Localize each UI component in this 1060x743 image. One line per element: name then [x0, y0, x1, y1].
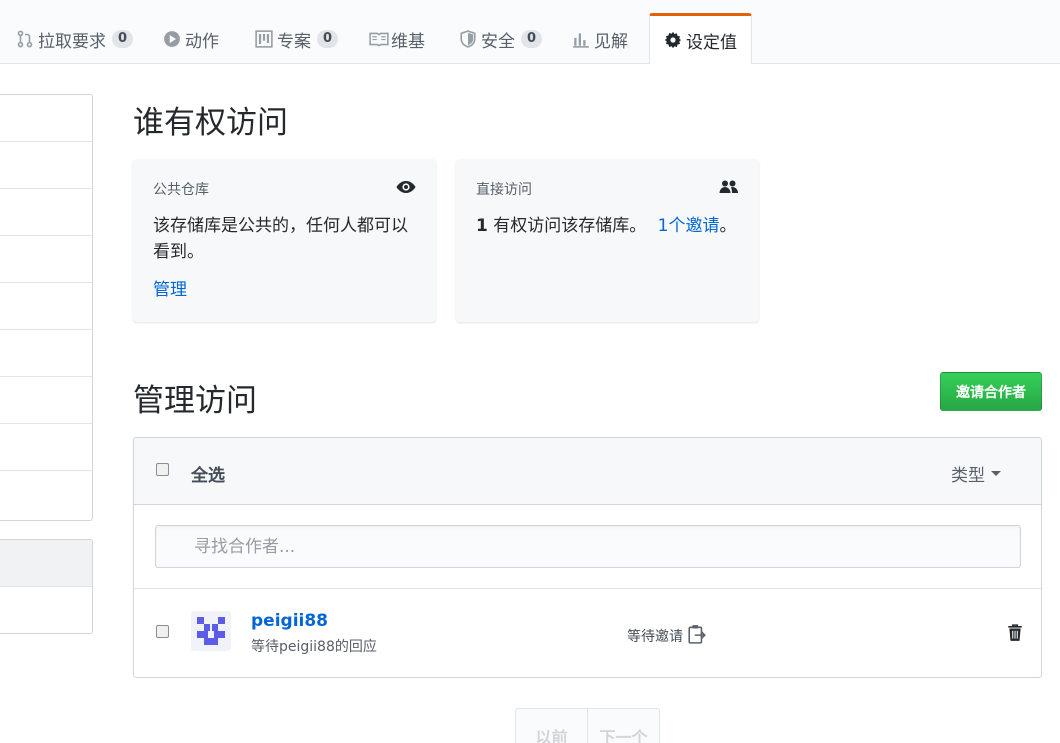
collaborators-box: 全选 类型 peigii88 等待peigii88的回应 等待邀请 [133, 437, 1042, 678]
select-all-label: 全选 [191, 466, 225, 486]
invitation-link[interactable]: 1个邀请 [658, 216, 720, 236]
card-label: 公共仓库 [153, 182, 209, 198]
gear-icon [664, 31, 682, 49]
project-icon [255, 30, 273, 48]
sentence-end: 。 [719, 216, 737, 236]
card-body: 该存储库是公共的，任何人都可以看到。 [153, 216, 408, 262]
tab-label: 设定值 [686, 32, 737, 53]
tab-label: 拉取要求 [38, 31, 106, 52]
settings-sidebar [0, 94, 93, 521]
book-icon [369, 30, 389, 48]
tab-label: 安全 [481, 31, 515, 52]
collaborator-username-link[interactable]: peigii88 [251, 611, 328, 631]
tab-actions[interactable]: 动作 [163, 14, 219, 64]
public-repo-card: 公共仓库 该存储库是公共的，任何人都可以看到。 管理 [133, 159, 436, 322]
sidebar-item[interactable] [0, 95, 92, 142]
tab-label: 专案 [277, 31, 311, 52]
sidebar-item[interactable] [0, 283, 92, 330]
git-pull-request-icon [16, 30, 34, 48]
sidebar-item[interactable] [0, 587, 92, 633]
avatar[interactable] [191, 611, 231, 651]
invite-collaborator-button[interactable]: 邀请合作者 [940, 372, 1042, 411]
previous-page-button[interactable]: 以前 [516, 709, 587, 743]
sidebar-item[interactable] [0, 142, 92, 189]
sidebar-item[interactable] [0, 424, 92, 471]
access-title: 谁有权访问 [133, 105, 288, 141]
collaborator-checkbox[interactable] [156, 625, 169, 638]
type-filter-label: 类型 [951, 466, 985, 486]
collaborators-header: 全选 类型 [134, 438, 1041, 505]
direct-access-card: 直接访问 1 有权访问该存储库。 1个邀请。 [456, 159, 759, 322]
copy-invite-icon[interactable] [688, 624, 706, 648]
sidebar-item[interactable] [0, 236, 92, 283]
people-icon [719, 179, 739, 199]
tab-pull-requests[interactable]: 拉取要求 0 [16, 14, 134, 64]
tab-counter: 0 [521, 30, 543, 48]
collaborator-row: peigii88 等待peigii88的回应 等待邀请 [134, 589, 1041, 677]
tab-label: 动作 [185, 31, 219, 52]
sidebar-item[interactable] [0, 330, 92, 377]
pagination: 以前 下一个 [515, 708, 660, 743]
chevron-down-icon [991, 471, 1001, 476]
repo-nav-tabs: 拉取要求 0 动作 专案 0 维基 安全 0 见解 设定值 [0, 0, 1060, 64]
sidebar-item-selected[interactable] [0, 540, 92, 587]
tab-label: 见解 [594, 31, 628, 52]
type-filter-dropdown[interactable]: 类型 [951, 461, 1001, 486]
search-section [134, 505, 1041, 589]
pending-invite: 等待邀请 [627, 624, 706, 648]
tab-wiki[interactable]: 维基 [369, 14, 425, 64]
settings-sidebar-secondary [0, 539, 93, 634]
collaborator-count: 1 [476, 216, 488, 236]
pending-invite-label: 等待邀请 [627, 629, 683, 645]
sidebar-item[interactable] [0, 377, 92, 424]
graph-icon [572, 30, 590, 48]
tab-counter: 0 [317, 30, 339, 48]
direct-access-text: 有权访问该存储库。 [493, 216, 647, 236]
next-page-button[interactable]: 下一个 [587, 709, 659, 743]
tab-label: 维基 [391, 31, 425, 52]
collaborator-search-input[interactable] [155, 525, 1021, 568]
manage-access-title: 管理访问 [133, 383, 257, 419]
trash-icon[interactable] [1007, 624, 1023, 646]
collaborator-status: 等待peigii88的回应 [251, 639, 377, 655]
tab-security[interactable]: 安全 0 [459, 14, 543, 64]
eye-icon [396, 179, 416, 199]
play-icon [163, 30, 181, 48]
manage-link[interactable]: 管理 [153, 275, 187, 300]
card-label: 直接访问 [476, 182, 532, 198]
tab-insights[interactable]: 见解 [572, 14, 628, 64]
tab-counter: 0 [112, 30, 134, 48]
select-all-checkbox[interactable] [156, 463, 169, 476]
tab-projects[interactable]: 专案 0 [255, 14, 339, 64]
card-body: 1 有权访问该存储库。 1个邀请。 [476, 213, 739, 239]
sidebar-item[interactable] [0, 189, 92, 236]
tab-settings[interactable]: 设定值 [649, 13, 752, 64]
shield-icon [459, 30, 477, 48]
